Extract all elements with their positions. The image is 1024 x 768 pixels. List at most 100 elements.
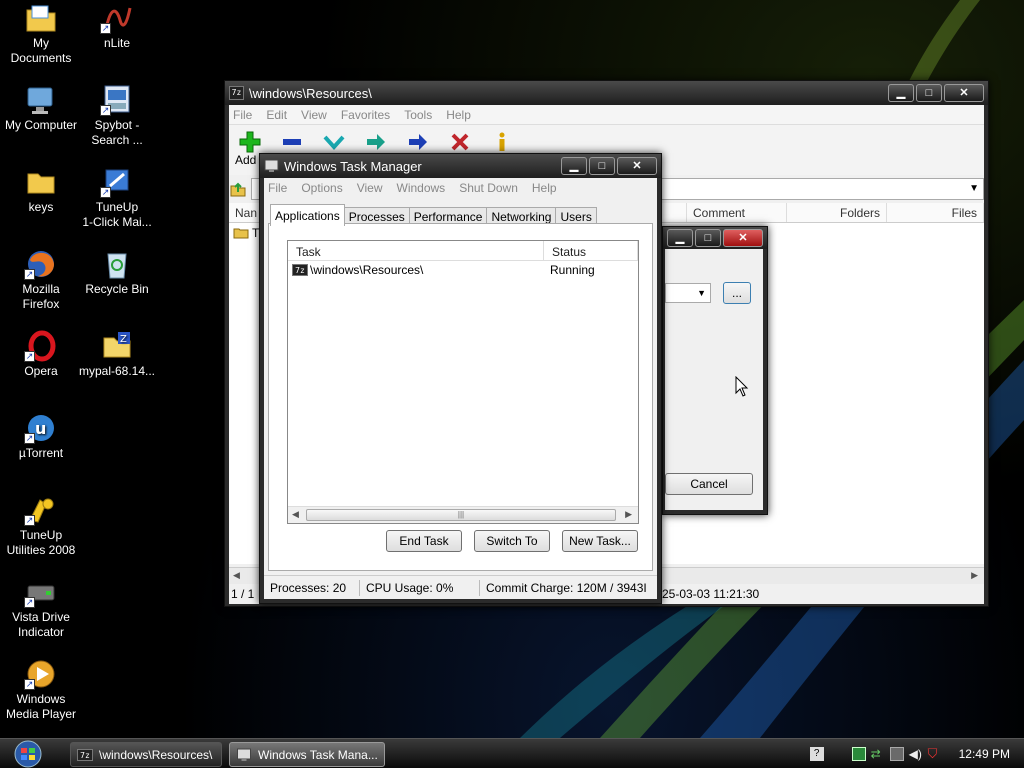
task-list-header: Task Status: [288, 241, 638, 261]
end-task-button[interactable]: End Task: [386, 530, 462, 552]
svg-text:u: u: [35, 419, 46, 438]
minimize-button[interactable]: ▁: [561, 157, 587, 175]
column-folders[interactable]: Folders: [787, 203, 887, 222]
desktop-icon-label: mypal-68.14...: [78, 364, 156, 378]
scrollbar-thumb[interactable]: |||: [306, 509, 616, 521]
menu-view[interactable]: View: [301, 108, 327, 122]
desktop-icon-tuneup-1click[interactable]: ↗ TuneUp 1-Click Mai...: [76, 166, 158, 230]
7zip-icon: 7z: [292, 264, 308, 276]
zip-window-title: \windows\Resources\: [249, 85, 372, 101]
desktop-icon-utorrent[interactable]: u ↗ µTorrent: [0, 412, 82, 461]
menu-options[interactable]: Options: [301, 181, 342, 195]
close-button[interactable]: ✕: [944, 84, 984, 102]
desktop-icon-opera[interactable]: ↗ Opera: [0, 330, 82, 379]
folder-up-icon[interactable]: [229, 180, 247, 198]
desktop-icon-media-player[interactable]: ↗ Windows Media Player: [0, 658, 82, 722]
status-selection: 1 / 1: [231, 587, 255, 601]
tab-applications[interactable]: Applications: [270, 204, 345, 226]
status-modified: 25-03-03 11:21:30: [662, 587, 760, 601]
menu-view[interactable]: View: [357, 181, 383, 195]
desktop-icon-label: My Computer: [4, 118, 78, 132]
scroll-left-icon[interactable]: ◀: [233, 570, 240, 581]
task-list-horizontal-scrollbar[interactable]: ◀ ||| ▶: [288, 506, 638, 523]
dialog-combobox[interactable]: ▼: [665, 283, 711, 303]
column-status[interactable]: Status: [544, 241, 638, 260]
minimize-button[interactable]: ▁: [888, 84, 914, 102]
desktop-icon-my-computer[interactable]: My Computer: [0, 84, 82, 133]
maximize-button[interactable]: □: [695, 229, 721, 247]
column-files[interactable]: Files: [887, 203, 984, 222]
security-shield-icon[interactable]: ⛉: [928, 747, 942, 761]
column-task[interactable]: Task: [288, 241, 544, 260]
cancel-button[interactable]: Cancel: [665, 473, 753, 495]
desktop-icon-firefox[interactable]: ↗ Mozilla Firefox: [0, 248, 82, 312]
scroll-left-icon[interactable]: ◀: [292, 509, 299, 520]
scroll-right-icon[interactable]: ▶: [625, 509, 632, 520]
menu-file[interactable]: File: [233, 108, 252, 122]
taskbar: 7z \windows\Resources\ Windows Task Mana…: [0, 738, 1024, 768]
new-task-button[interactable]: New Task...: [562, 530, 638, 552]
desktop-icon-mypal[interactable]: Z mypal-68.14...: [76, 330, 158, 379]
close-button[interactable]: ✕: [617, 157, 657, 175]
arrow-right-teal-icon: [367, 134, 385, 150]
desktop-icon-spybot[interactable]: ↗ Spybot - Search ...: [76, 84, 158, 148]
options-dialog[interactable]: ▁ □ ✕ ▼ ... Cancel: [662, 226, 768, 515]
taskbar-button-task-manager[interactable]: Windows Task Mana...: [229, 742, 385, 767]
media-player-icon: ↗: [24, 658, 58, 690]
task-status: Running: [550, 263, 595, 277]
task-name: \windows\Resources\: [310, 263, 424, 277]
task-manager-titlebar[interactable]: Windows Task Manager ▁ □ ✕: [260, 154, 661, 178]
scroll-right-icon[interactable]: ▶: [971, 570, 978, 581]
menu-shut-down[interactable]: Shut Down: [459, 181, 518, 195]
menu-file[interactable]: File: [268, 181, 287, 195]
taskbar-button-zip[interactable]: 7z \windows\Resources\: [70, 742, 222, 767]
switch-to-button[interactable]: Switch To: [474, 530, 550, 552]
menu-help[interactable]: Help: [532, 181, 557, 195]
column-comment[interactable]: Comment: [687, 203, 787, 222]
desktop-icon-label: Vista Drive Indicator: [12, 610, 70, 639]
maximize-button[interactable]: □: [916, 84, 942, 102]
drive-indicator-tray-icon[interactable]: [851, 747, 866, 761]
menu-tools[interactable]: Tools: [404, 108, 432, 122]
add-label: Add: [235, 153, 257, 167]
folder-documents-icon: [24, 2, 58, 34]
minus-icon: [283, 139, 301, 145]
applications-panel: Task Status 7z \windows\Resources\ Runnin…: [268, 223, 653, 571]
menu-help[interactable]: Help: [446, 108, 471, 122]
desktop-icon-label: nLite: [103, 36, 131, 50]
desktop-icon-tuneup-utilities[interactable]: ↗ TuneUp Utilities 2008: [0, 494, 82, 558]
help-icon[interactable]: ?: [809, 747, 824, 761]
desktop-icon-vista-drive-indicator[interactable]: ↗ Vista Drive Indicator: [0, 576, 82, 640]
task-list[interactable]: Task Status 7z \windows\Resources\ Runnin…: [287, 240, 639, 524]
dialog-titlebar[interactable]: ▁ □ ✕: [663, 227, 767, 249]
zip-window-titlebar[interactable]: 7z \windows\Resources\ ▁ □ ✕: [225, 81, 988, 105]
maximize-button[interactable]: □: [589, 157, 615, 175]
desktop-icon-keys[interactable]: keys: [0, 166, 82, 215]
desktop-icon-recycle-bin[interactable]: Recycle Bin: [76, 248, 158, 297]
start-button[interactable]: [8, 740, 48, 768]
network-icon[interactable]: ⇄: [871, 747, 885, 761]
volume-icon[interactable]: ◀): [909, 747, 923, 761]
menu-windows[interactable]: Windows: [397, 181, 446, 195]
nlite-icon: ↗: [100, 2, 134, 34]
tuneup-utilities-icon: ↗: [24, 494, 58, 526]
opera-icon: ↗: [24, 330, 58, 362]
shortcut-arrow-icon: ↗: [24, 269, 35, 280]
menu-edit[interactable]: Edit: [266, 108, 287, 122]
task-manager-window[interactable]: Windows Task Manager ▁ □ ✕ File Options …: [259, 153, 662, 604]
clock[interactable]: 12:49 PM: [959, 747, 1010, 761]
task-manager-status-bar: Processes: 20 CPU Usage: 0% Commit Charg…: [264, 575, 657, 599]
minimize-button[interactable]: ▁: [667, 229, 693, 247]
table-row[interactable]: 7z \windows\Resources\ Running: [288, 261, 638, 279]
desktop-icon-nlite[interactable]: ↗ nLite: [76, 2, 158, 51]
close-button[interactable]: ✕: [723, 229, 763, 247]
desktop-icon-label: µTorrent: [18, 446, 64, 460]
folder-icon: [24, 166, 58, 198]
printer-icon[interactable]: [889, 747, 904, 761]
utorrent-icon: u ↗: [24, 412, 58, 444]
browse-button[interactable]: ...: [723, 282, 751, 304]
menu-favorites[interactable]: Favorites: [341, 108, 390, 122]
desktop-icon-my-documents[interactable]: My Documents: [0, 2, 82, 66]
computer-icon: [24, 84, 58, 116]
taskbar-button-label: \windows\Resources\: [99, 747, 213, 762]
